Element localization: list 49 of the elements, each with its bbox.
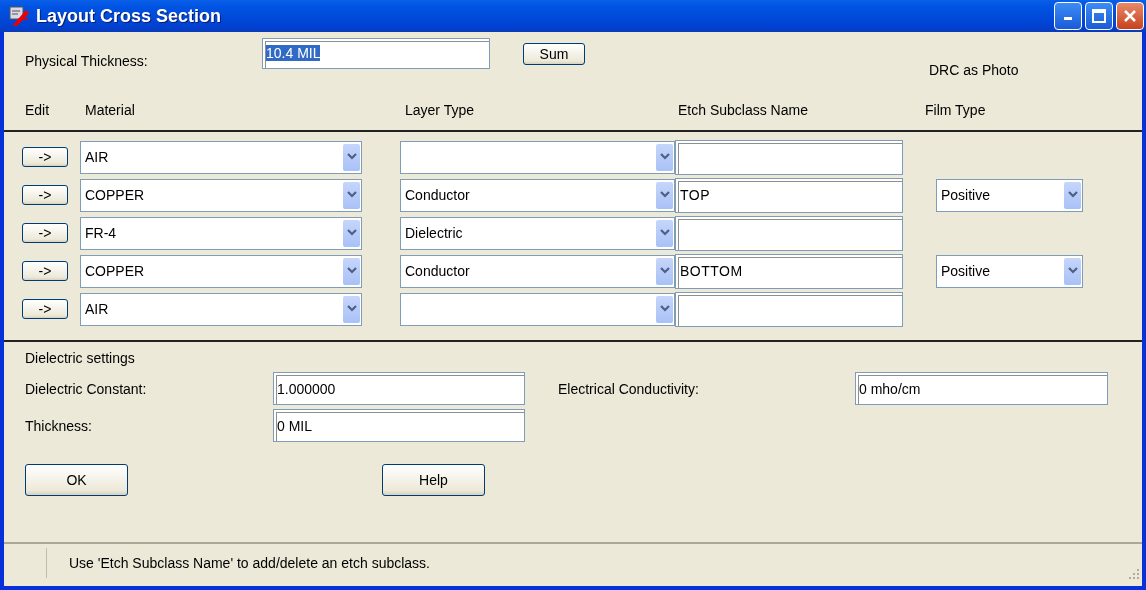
column-header: Material	[85, 102, 136, 118]
field-label: Thickness:	[25, 417, 93, 434]
conductivity-field[interactable]: 0 mho/cm	[855, 372, 1108, 405]
section-heading: Dielectric settings	[25, 350, 136, 366]
maximize-button[interactable]	[1085, 2, 1113, 30]
app-icon	[8, 5, 30, 27]
column-header: Edit	[25, 102, 51, 118]
edit-button[interactable]: ->	[22, 185, 68, 205]
close-button[interactable]	[1116, 2, 1144, 30]
column-header: Layer Type	[405, 102, 475, 118]
minimize-button[interactable]	[1054, 2, 1082, 30]
field-label: Electrical Conductivity:	[558, 380, 700, 397]
material-combo[interactable]: AIR	[80, 292, 362, 326]
layer-type-combo[interactable]: Conductor	[400, 178, 675, 212]
maximize-icon	[1091, 8, 1107, 24]
edit-button[interactable]: ->	[22, 223, 68, 243]
ok-button[interactable]: OK	[25, 464, 128, 496]
edit-button[interactable]: ->	[22, 299, 68, 319]
status-text: Use 'Etch Subclass Name' to add/delete an etch subclass.	[69, 555, 430, 571]
sum-button[interactable]: Sum	[523, 43, 585, 65]
material-combo[interactable]: COPPER	[80, 178, 362, 212]
etch-subclass-field[interactable]	[675, 291, 903, 327]
material-combo[interactable]: AIR	[80, 140, 362, 174]
column-header: DRC as Photo	[929, 62, 1019, 78]
layer-type-combo[interactable]	[400, 140, 675, 174]
film-type-combo[interactable]: Positive	[936, 254, 1083, 288]
field-label: Dielectric Constant:	[25, 380, 148, 397]
window-title: Layout Cross Section	[36, 5, 222, 27]
etch-subclass-field[interactable]	[675, 139, 903, 175]
layer-type-combo[interactable]: Conductor	[400, 254, 675, 288]
layer-type-combo[interactable]	[400, 292, 675, 326]
layer-type-combo[interactable]: Dielectric	[400, 216, 675, 250]
etch-subclass-field[interactable]: TOP	[675, 177, 903, 213]
etch-subclass-field[interactable]	[675, 215, 903, 251]
edit-button[interactable]: ->	[22, 261, 68, 281]
film-type-combo[interactable]: Positive	[936, 178, 1083, 212]
thickness-field[interactable]: 0 MIL	[273, 409, 525, 442]
etch-subclass-field[interactable]: BOTTOM	[675, 253, 903, 289]
edit-button[interactable]: ->	[22, 147, 68, 167]
column-header: Etch Subclass Name	[678, 102, 809, 118]
help-button[interactable]: Help	[382, 464, 485, 496]
resize-grip-icon	[1128, 568, 1140, 580]
physical-thickness-label: Physical Thickness:	[25, 53, 149, 69]
dielectric-constant-field[interactable]: 1.000000	[273, 372, 525, 405]
material-combo[interactable]: COPPER	[80, 254, 362, 288]
material-combo[interactable]: FR-4	[80, 216, 362, 250]
physical-thickness-field[interactable]: 10.4 MIL	[262, 37, 490, 69]
column-header: Film Type	[925, 102, 986, 118]
close-icon	[1122, 8, 1138, 24]
